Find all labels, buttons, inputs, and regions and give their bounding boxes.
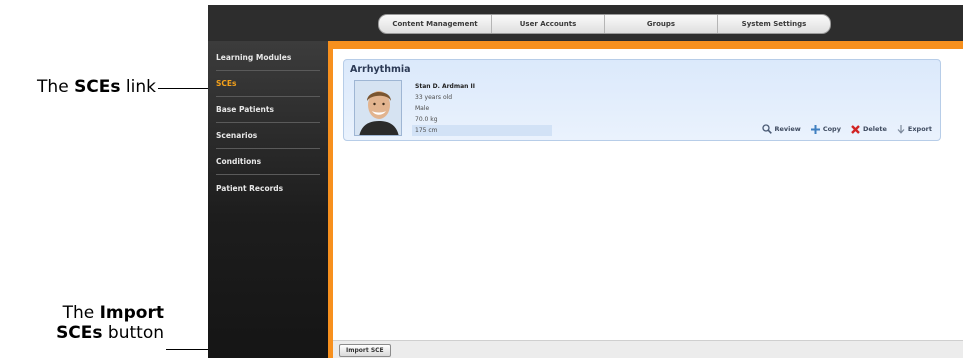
patient-age: 33 years old [415, 94, 453, 101]
patient-name: Stan D. Ardman II [415, 83, 475, 90]
tab-content-management[interactable]: Content Management [379, 15, 492, 33]
patient-weight: 70.0 kg [415, 116, 438, 123]
delete-button[interactable]: Delete [851, 124, 887, 134]
magnifier-icon [761, 124, 772, 134]
top-bar: Content Management User Accounts Groups … [208, 5, 963, 41]
patient-info: Stan D. Ardman II 33 years old Male 70.0… [412, 81, 552, 136]
sidebar-item-sces[interactable]: SCEs [216, 71, 320, 97]
delete-label: Delete [862, 125, 887, 133]
patient-sex: Male [415, 105, 430, 112]
sce-title: Arrhythmia [350, 64, 411, 75]
sidebar: Learning Modules SCEs Base Patients Scen… [208, 41, 328, 358]
patient-height: 175 cm [412, 125, 552, 136]
import-sce-button[interactable]: Import SCE [339, 344, 391, 357]
avatar-icon [355, 81, 401, 135]
callout-import-button: The Import SCEs button [56, 303, 164, 343]
patient-photo [354, 80, 402, 136]
copy-label: Copy [822, 125, 841, 133]
sidebar-item-learning-modules[interactable]: Learning Modules [216, 45, 320, 71]
tab-user-accounts[interactable]: User Accounts [492, 15, 605, 33]
review-label: Review [774, 125, 801, 133]
sidebar-item-scenarios[interactable]: Scenarios [216, 123, 320, 149]
x-icon [851, 124, 860, 134]
sidebar-item-conditions[interactable]: Conditions [216, 149, 320, 175]
main-tabs: Content Management User Accounts Groups … [378, 14, 831, 34]
footer-bar: Import SCE [333, 340, 963, 358]
callout-sces-link: The SCEs link [37, 77, 156, 97]
export-label: Export [907, 125, 932, 133]
tab-groups[interactable]: Groups [605, 15, 718, 33]
review-button[interactable]: Review [761, 124, 801, 134]
content-panel: Arrhythmia Stan D. Ardman II 33 years ol… [328, 41, 963, 358]
sidebar-item-patient-records[interactable]: Patient Records [216, 175, 320, 201]
sce-card: Arrhythmia Stan D. Ardman II 33 years ol… [343, 59, 941, 141]
sidebar-item-base-patients[interactable]: Base Patients [216, 97, 320, 123]
plus-icon [810, 124, 820, 134]
sce-actions: Review Copy Delete Export [761, 124, 932, 134]
tab-system-settings[interactable]: System Settings [718, 15, 830, 33]
application-window: Content Management User Accounts Groups … [208, 5, 963, 358]
download-arrow-icon [897, 124, 905, 134]
copy-button[interactable]: Copy [810, 124, 841, 134]
export-button[interactable]: Export [897, 124, 932, 134]
